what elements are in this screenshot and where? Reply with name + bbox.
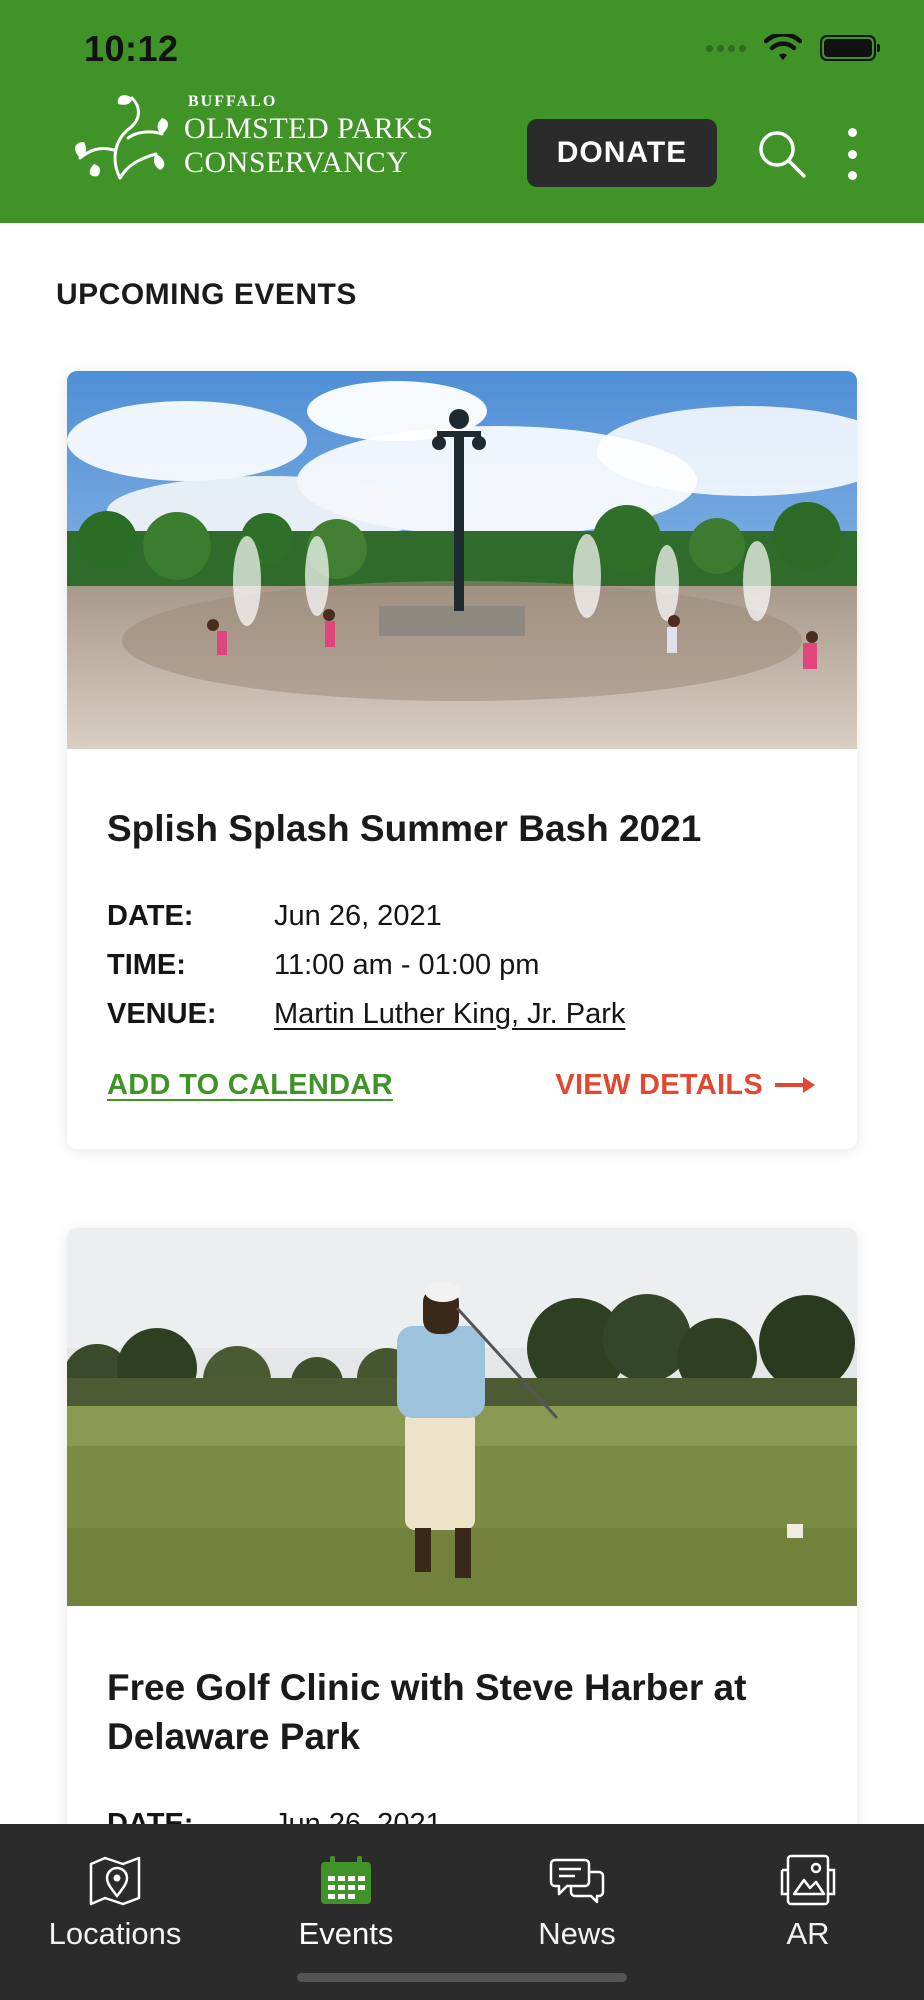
event-title[interactable]: Free Golf Clinic with Steve Harber at De… (107, 1664, 817, 1762)
logo-line-1: BUFFALO (188, 93, 278, 110)
logo-line-2: OLMSTED PARKS (184, 112, 434, 145)
tab-locations[interactable]: Locations (15, 1854, 215, 1952)
conservancy-logo[interactable]: BUFFALO OLMSTED PARKS CONSERVANCY (70, 88, 434, 184)
view-details-label: VIEW DETAILS (555, 1068, 763, 1101)
time-label: TIME: (107, 948, 186, 981)
cellular-signal-icon (706, 44, 746, 52)
event-image-splash-pad (67, 371, 857, 749)
search-icon[interactable] (756, 128, 808, 180)
page-title: UPCOMING EVENTS (56, 278, 357, 311)
status-time: 10:12 (84, 28, 179, 69)
logo-wordmark: BUFFALO OLMSTED PARKS CONSERVANCY (184, 94, 434, 178)
tab-ar-label: AR (786, 1916, 830, 1951)
time-value: 11:00 am - 01:00 pm (274, 948, 540, 981)
event-image-golf (67, 1228, 857, 1606)
event-card[interactable]: Splish Splash Summer Bash 2021 DATE: Jun… (67, 371, 857, 1149)
more-options-icon[interactable] (840, 128, 864, 180)
donate-button[interactable]: DONATE (527, 119, 717, 187)
event-card[interactable]: Free Golf Clinic with Steve Harber at De… (67, 1228, 857, 1928)
date-label: DATE: (107, 899, 194, 932)
event-time-row: TIME: 11:00 am - 01:00 pm (107, 941, 817, 990)
event-venue-row: VENUE: Martin Luther King, Jr. Park (107, 990, 817, 1039)
tab-ar[interactable]: AR (708, 1854, 908, 1952)
tab-events[interactable]: Events (246, 1854, 446, 1952)
tab-events-label: Events (298, 1916, 394, 1951)
add-to-calendar-link[interactable]: ADD TO CALENDAR (107, 1069, 393, 1102)
calendar-icon (321, 1856, 371, 1904)
arrow-right-icon (775, 1077, 815, 1094)
leaf-tree-logo-icon (75, 95, 168, 180)
battery-icon (820, 35, 880, 61)
date-value: Jun 26, 2021 (274, 899, 442, 932)
tab-news[interactable]: News (477, 1854, 677, 1952)
tab-news-label: News (538, 1916, 616, 1951)
venue-link[interactable]: Martin Luther King, Jr. Park (274, 990, 625, 1039)
status-icons (706, 34, 880, 62)
tab-locations-label: Locations (48, 1916, 182, 1951)
view-details-link[interactable]: VIEW DETAILS (555, 1069, 817, 1102)
event-actions: ADD TO CALENDAR VIEW DETAILS (107, 1069, 817, 1102)
venue-label: VENUE: (107, 997, 217, 1030)
home-indicator (297, 1973, 627, 1982)
app-header: 10:12 BUFFALO OLMSTED PARKS CONSERVANCY … (0, 0, 924, 223)
ar-photo-icon (780, 1854, 836, 1906)
wifi-icon (764, 34, 802, 60)
event-title[interactable]: Splish Splash Summer Bash 2021 (107, 805, 817, 854)
event-meta: DATE: Jun 26, 2021 TIME: 11:00 am - 01:0… (107, 892, 817, 1039)
map-pin-icon (89, 1856, 141, 1906)
chat-bubbles-icon (549, 1858, 605, 1904)
bottom-tab-bar: Locations Events News AR (0, 1824, 924, 2000)
logo-line-3: CONSERVANCY (184, 146, 409, 179)
event-date-row: DATE: Jun 26, 2021 (107, 892, 817, 941)
